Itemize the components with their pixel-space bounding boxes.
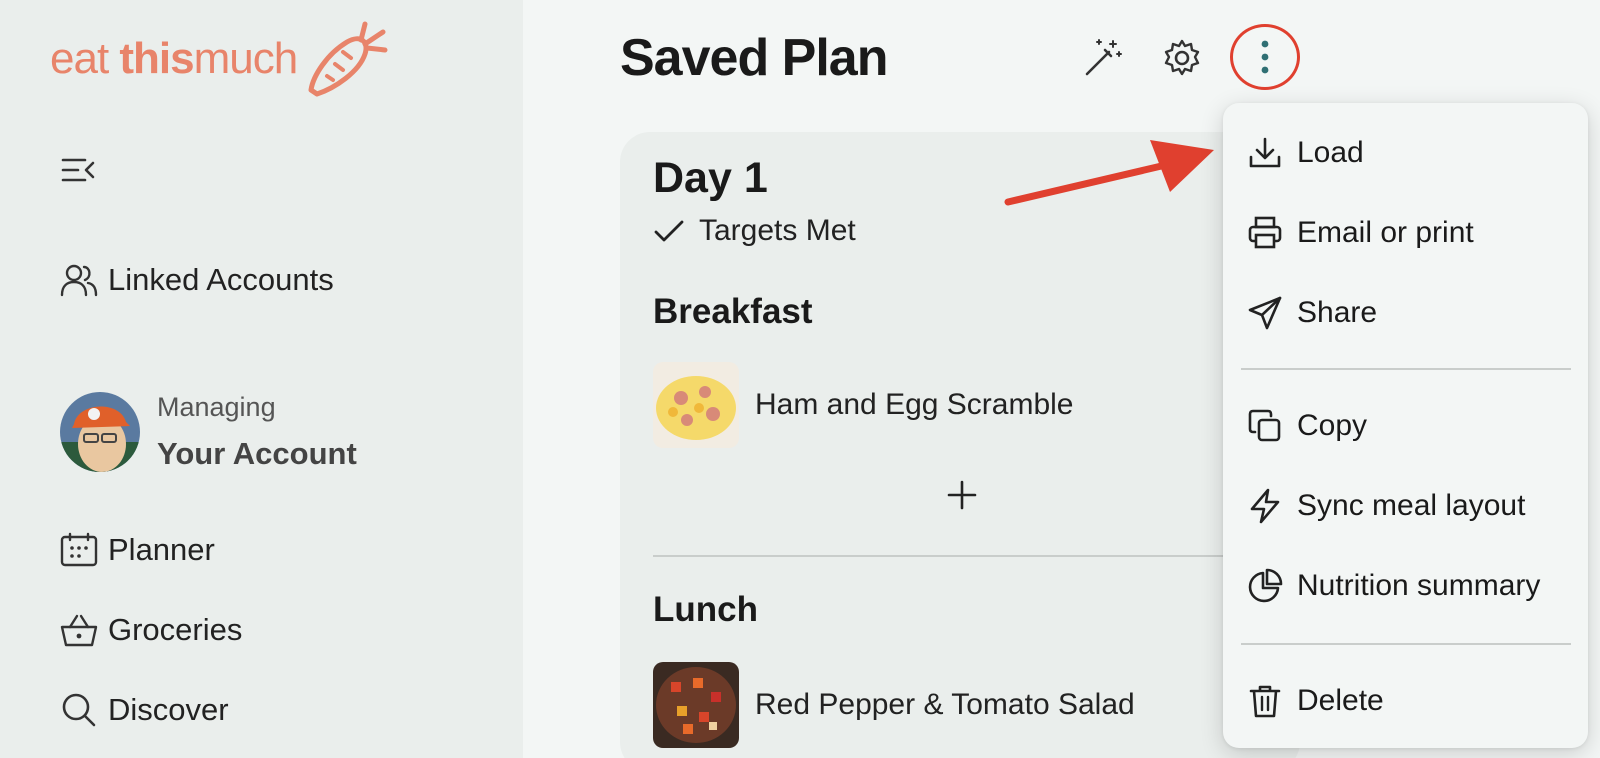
meal-divider [653,555,1223,557]
calendar-icon [60,532,98,567]
more-options-menu: Load Email or print Share Copy Sync meal… [1223,103,1588,748]
menu-divider [1241,368,1571,370]
sidebar-item-label: Discover [108,692,229,727]
pie-chart-icon [1248,568,1283,603]
magic-wand-button[interactable] [1081,36,1125,80]
avatar[interactable] [60,392,140,472]
magic-wand-icon [1085,39,1122,76]
collapse-sidebar-button[interactable] [60,154,96,186]
sidebar-item-label: Planner [108,532,215,567]
menu-item-sync-meal-layout[interactable]: Sync meal layout [1247,481,1525,531]
menu-item-label: Sync meal layout [1297,489,1526,522]
printer-icon [1248,216,1282,249]
sidebar-item-label: Groceries [108,612,243,647]
meal-title-lunch: Lunch [653,590,758,629]
menu-item-copy[interactable]: Copy [1247,401,1367,451]
sidebar-item-linked-accounts[interactable]: Linked Accounts [60,262,334,298]
menu-item-delete[interactable]: Delete [1247,676,1384,726]
menu-item-load[interactable]: Load [1247,128,1364,178]
logo-text: eat thismuch [50,34,298,83]
pepper-tomato-salad-image [653,662,739,748]
menu-item-label: Copy [1297,409,1368,442]
food-name: Red Pepper & Tomato Salad [755,688,1135,721]
lightning-icon [1250,488,1280,524]
page-title: Saved Plan [620,29,888,87]
brand-logo[interactable]: eat thismuch [50,18,389,100]
ham-egg-scramble-image [653,362,739,448]
food-thumbnail [653,362,739,448]
menu-item-nutrition-summary[interactable]: Nutrition summary [1247,561,1540,611]
search-icon [62,693,96,727]
carrot-logo-icon [308,21,388,97]
trash-icon [1249,685,1281,718]
menu-item-label: Share [1297,296,1378,329]
more-options-button[interactable] [1230,24,1300,90]
food-item[interactable]: Ham and Egg Scramble [653,362,1074,448]
check-icon [654,220,684,242]
download-icon [1249,137,1281,168]
account-name[interactable]: Your Account [157,436,357,472]
menu-item-email-or-print[interactable]: Email or print [1247,208,1474,258]
plus-icon [947,480,977,510]
menu-item-label: Load [1297,136,1364,169]
sidebar-item-discover[interactable]: Discover [60,692,229,728]
avatar-image [60,392,140,472]
basket-icon [60,614,98,647]
menu-divider [1241,643,1571,645]
gear-icon [1164,39,1200,76]
targets-status: Targets Met [653,214,856,248]
copy-icon [1248,409,1281,442]
annotation-arrow [1004,140,1214,206]
vertical-dots-icon [1261,40,1269,74]
menu-item-share[interactable]: Share [1247,288,1377,338]
add-food-button[interactable] [945,478,979,512]
menu-item-label: Nutrition summary [1297,569,1541,602]
linked-accounts-label: Linked Accounts [108,262,334,297]
targets-label: Targets Met [699,214,856,247]
collapse-menu-icon [61,158,95,182]
meal-title-breakfast: Breakfast [653,292,813,331]
sidebar-item-groceries[interactable]: Groceries [60,612,242,648]
food-thumbnail [653,662,739,748]
food-item[interactable]: Red Pepper & Tomato Salad [653,662,1135,748]
sidebar: eat thismuch Linked Accounts Managing Yo… [0,0,523,758]
managing-label: Managing [157,392,276,422]
send-icon [1248,296,1282,330]
sidebar-item-planner[interactable]: Planner [60,532,215,568]
food-name: Ham and Egg Scramble [755,388,1074,421]
menu-item-label: Email or print [1297,216,1474,249]
users-icon [60,264,98,297]
settings-button[interactable] [1160,36,1204,80]
menu-item-label: Delete [1297,684,1384,717]
day-title: Day 1 [653,154,768,202]
